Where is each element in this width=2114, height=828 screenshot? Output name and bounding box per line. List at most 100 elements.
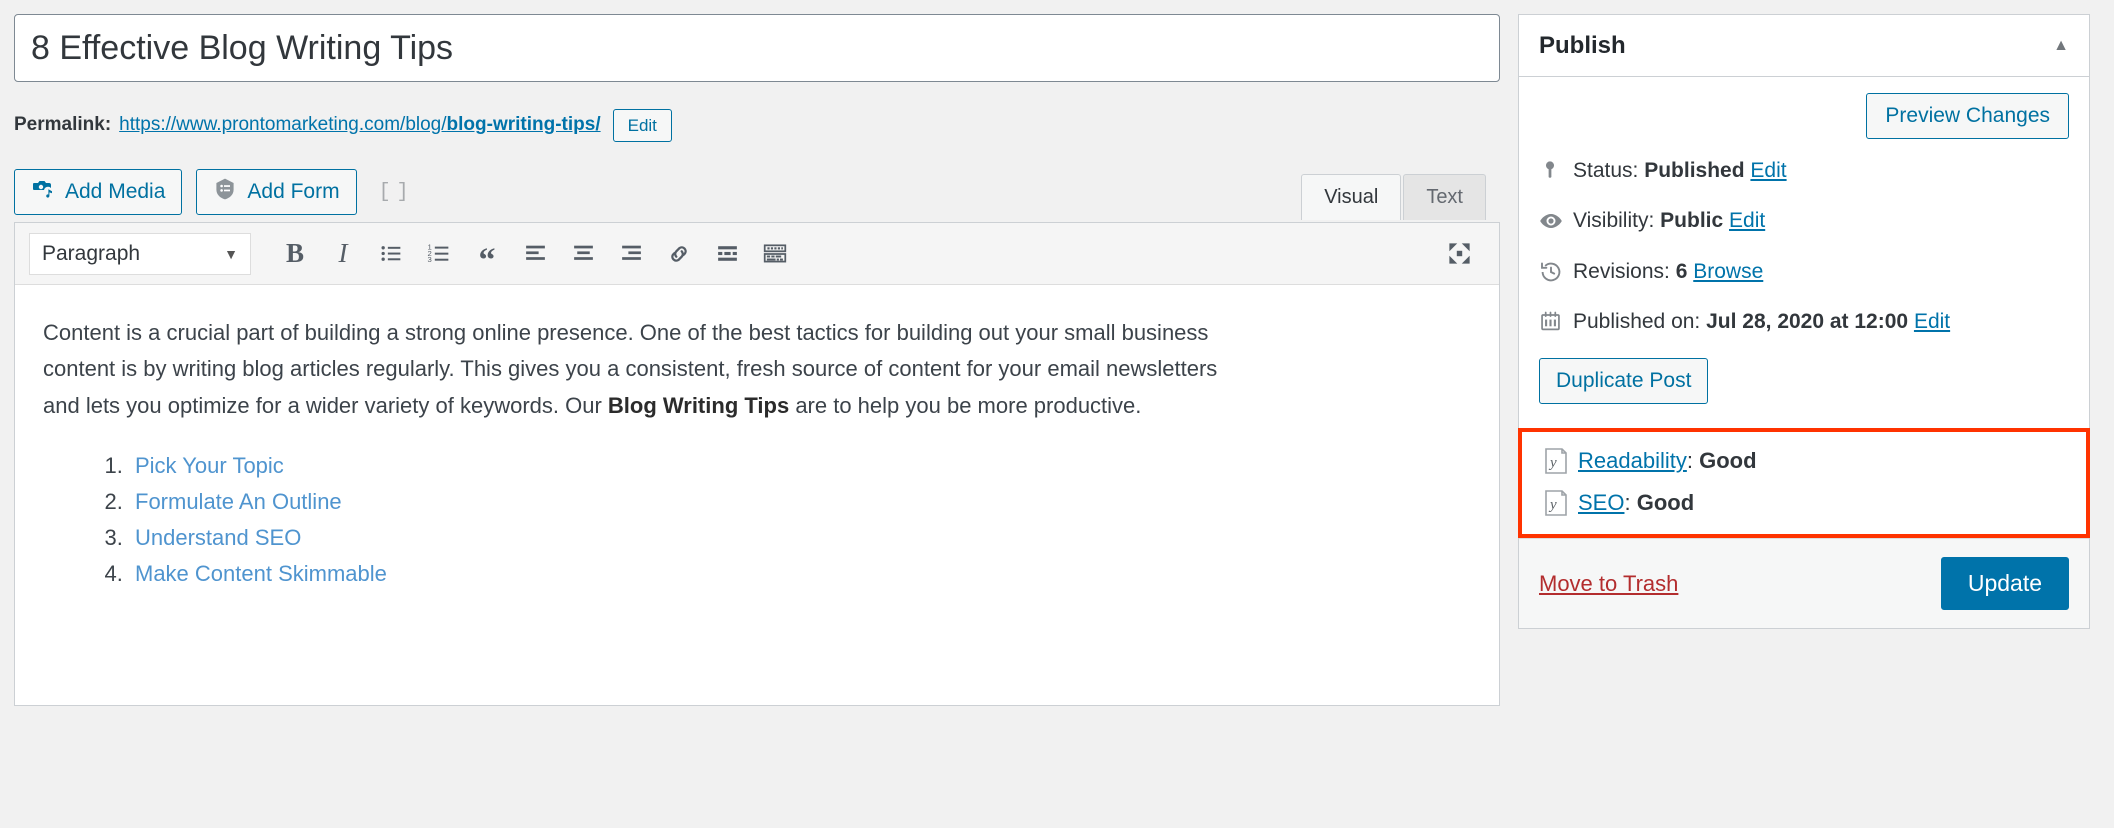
permalink-row: Permalink: https://www.prontomarketing.c… xyxy=(14,104,1516,146)
numbered-list-icon[interactable]: 1 2 3 xyxy=(417,232,461,276)
add-form-label: Add Form xyxy=(247,180,340,203)
yoast-logo-icon: y xyxy=(1544,490,1578,517)
list-item-link[interactable]: Understand SEO xyxy=(135,525,301,550)
edit-permalink-button[interactable]: Edit xyxy=(612,108,672,142)
sidebar-column: Publish ▲ Preview Changes Status: Publis xyxy=(1518,0,2104,828)
shortcode-icon[interactable]: [ ] xyxy=(379,181,409,204)
list-item: Make Content Skimmable xyxy=(129,556,1471,592)
revisions-row: Revisions: 6 Browse xyxy=(1539,258,2069,286)
calendar-icon xyxy=(1539,308,1573,333)
status-edit-link[interactable]: Edit xyxy=(1750,159,1786,182)
revisions-label: Revisions: xyxy=(1573,259,1670,283)
editor-container: Paragraph ▼ B I 1 2 3 “ Content is a cru… xyxy=(14,222,1500,706)
list-item: Pick Your Topic xyxy=(129,448,1471,484)
svg-text:y: y xyxy=(1548,455,1557,471)
clock-revision-icon xyxy=(1539,258,1573,284)
published-date: Jul 28, 2020 at 12:00 xyxy=(1706,310,1909,334)
revisions-text: Revisions: 6 Browse xyxy=(1573,258,1763,286)
list-item-link[interactable]: Pick Your Topic xyxy=(135,453,284,478)
visibility-text: Visibility: Public Edit xyxy=(1573,207,1765,235)
add-form-button[interactable]: Add Form xyxy=(196,169,357,215)
add-media-label: Add Media xyxy=(65,180,166,203)
bold-button[interactable]: B xyxy=(273,232,317,276)
visibility-value: Public xyxy=(1660,209,1724,233)
align-center-icon[interactable] xyxy=(561,232,605,276)
seo-row: y SEO: Good xyxy=(1544,490,2064,517)
media-buttons-row: Add Media Add Form [ ] Visual Text xyxy=(14,168,1516,220)
permalink-label: Permalink: xyxy=(14,114,112,135)
status-row: Status: Published Edit xyxy=(1539,157,2069,185)
yoast-logo-icon: y xyxy=(1544,448,1578,475)
svg-text:y: y xyxy=(1548,497,1557,513)
media-camera-icon xyxy=(31,177,55,207)
list-item: Understand SEO xyxy=(129,520,1471,556)
published-on-row: Published on: Jul 28, 2020 at 12:00 Edit xyxy=(1539,308,2069,336)
readability-link[interactable]: Readability xyxy=(1578,448,1687,473)
chevron-down-icon: ▼ xyxy=(224,245,238,262)
paragraph-bold-text: Blog Writing Tips xyxy=(607,392,790,418)
post-content-editor[interactable]: Content is a crucial part of building a … xyxy=(15,285,1499,705)
svg-text:3: 3 xyxy=(427,255,431,264)
permalink-base: https://www.prontomarketing.com/blog/ xyxy=(119,114,447,135)
align-left-icon[interactable] xyxy=(513,232,557,276)
list-item-link[interactable]: Make Content Skimmable xyxy=(135,561,387,586)
eye-icon xyxy=(1539,207,1573,233)
preview-row: Preview Changes xyxy=(1539,93,2069,139)
visibility-edit-link[interactable]: Edit xyxy=(1729,209,1765,232)
update-button[interactable]: Update xyxy=(1940,557,2069,611)
readability-row: y Readability: Good xyxy=(1544,448,2064,475)
published-on-text: Published on: Jul 28, 2020 at 12:00 Edit xyxy=(1573,308,1950,336)
published-edit-link[interactable]: Edit xyxy=(1914,310,1950,333)
formatting-toolbar: Paragraph ▼ B I 1 2 3 “ xyxy=(15,223,1499,285)
permalink-link[interactable]: https://www.prontomarketing.com/blog/blo… xyxy=(119,114,600,136)
permalink-slug: blog-writing-tips/ xyxy=(446,114,601,135)
status-text: Status: Published Edit xyxy=(1573,157,1787,185)
status-label: Status: xyxy=(1573,159,1639,182)
link-icon[interactable] xyxy=(657,232,701,276)
post-title-field[interactable] xyxy=(14,14,1500,82)
readability-text: Readability: Good xyxy=(1578,448,1757,474)
move-to-trash-link[interactable]: Move to Trash xyxy=(1539,571,1678,597)
align-right-icon[interactable] xyxy=(609,232,653,276)
read-more-icon[interactable] xyxy=(705,232,749,276)
published-label: Published on: xyxy=(1573,310,1701,334)
publish-postbox: Publish ▲ Preview Changes Status: Publis xyxy=(1518,14,2090,630)
visibility-label: Visibility: xyxy=(1573,209,1655,233)
readability-separator: : xyxy=(1686,448,1700,474)
revisions-count: 6 xyxy=(1675,259,1688,283)
page-title: Publish xyxy=(1539,31,1626,59)
pin-icon xyxy=(1539,157,1573,181)
revisions-browse-link[interactable]: Browse xyxy=(1693,260,1763,283)
visibility-row: Visibility: Public Edit xyxy=(1539,207,2069,235)
add-media-button[interactable]: Add Media xyxy=(14,169,183,215)
status-value: Published xyxy=(1644,159,1745,182)
preview-changes-button[interactable]: Preview Changes xyxy=(1866,93,2069,139)
fullscreen-icon[interactable] xyxy=(1437,232,1481,276)
blockquote-button[interactable]: “ xyxy=(465,232,509,277)
publish-panel-header: Publish ▲ xyxy=(1519,15,2089,77)
bullet-list-icon[interactable] xyxy=(369,232,413,276)
paragraph-format-value: Paragraph xyxy=(42,241,141,265)
italic-button[interactable]: I xyxy=(321,232,365,276)
post-title-input[interactable] xyxy=(29,26,1485,70)
tab-text[interactable]: Text xyxy=(1403,174,1486,220)
seo-link[interactable]: SEO xyxy=(1578,490,1624,515)
seo-value: Good xyxy=(1636,490,1695,516)
seo-separator: : xyxy=(1624,490,1637,516)
list-item: Formulate An Outline xyxy=(129,484,1471,520)
paragraph-text-2: are to help you be more productive. xyxy=(789,392,1142,418)
list-item-link[interactable]: Formulate An Outline xyxy=(135,489,342,514)
readability-value: Good xyxy=(1699,448,1757,474)
publish-actions-area: Preview Changes Status: Published Edit V… xyxy=(1519,77,2089,428)
editor-column: Permalink: https://www.prontomarketing.c… xyxy=(0,0,1516,828)
tab-visual[interactable]: Visual xyxy=(1301,174,1402,220)
chevron-up-icon[interactable]: ▲ xyxy=(2053,37,2069,55)
content-paragraph: Content is a crucial part of building a … xyxy=(43,315,1223,424)
duplicate-post-button[interactable]: Duplicate Post xyxy=(1539,358,1709,405)
keyboard-toolbar-toggle-icon[interactable] xyxy=(753,232,797,276)
content-ordered-list: Pick Your Topic Formulate An Outline Und… xyxy=(43,448,1471,592)
wordpress-post-editor: Permalink: https://www.prontomarketing.c… xyxy=(0,0,2114,828)
editor-mode-tabs: Visual Text xyxy=(1299,174,1486,220)
paragraph-format-select[interactable]: Paragraph ▼ xyxy=(29,232,251,275)
form-badge-icon xyxy=(213,177,237,207)
